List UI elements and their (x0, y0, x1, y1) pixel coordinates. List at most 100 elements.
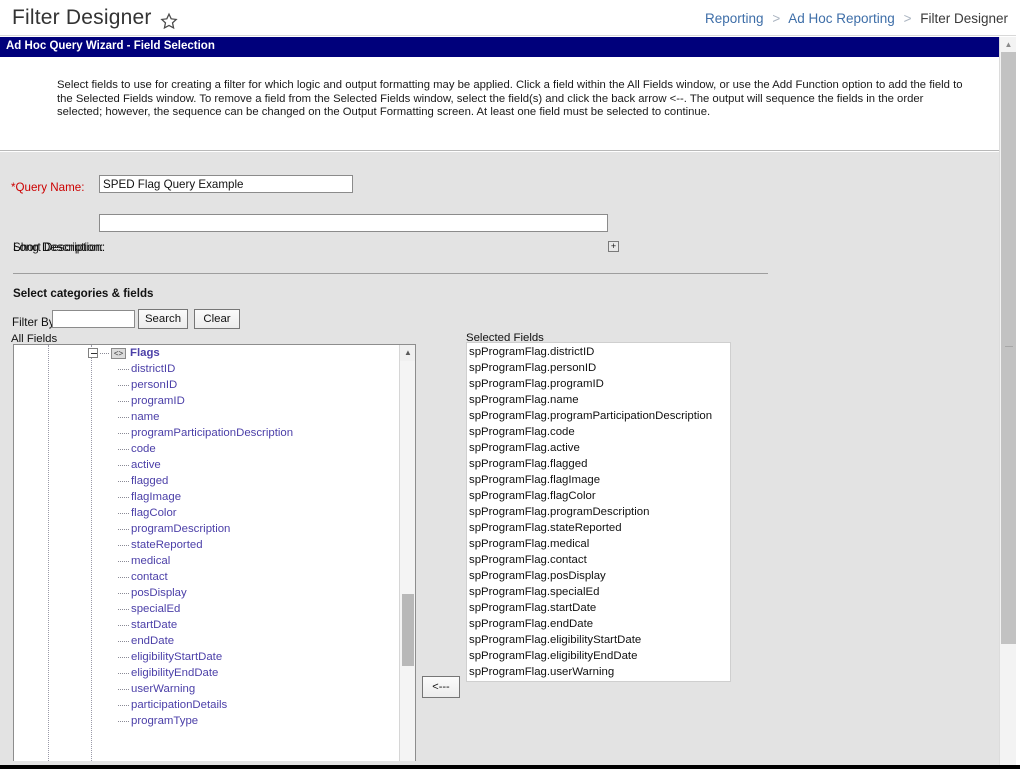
tree-leaf-label[interactable]: programParticipationDescription (131, 427, 293, 439)
tree-leaf-label[interactable]: code (131, 443, 156, 455)
tree-leaf-active[interactable]: active (14, 457, 400, 473)
selected-field-item[interactable]: spProgramFlag.posDisplay (468, 568, 712, 584)
selected-field-item[interactable]: spProgramFlag.stateReported (468, 520, 712, 536)
tree-node-flags[interactable]: <> Flags (14, 345, 400, 361)
tree-leaf-flagColor[interactable]: flagColor (14, 505, 400, 521)
page-scroll-up-icon[interactable]: ▲ (1000, 37, 1017, 52)
tree-leaf-specialEd[interactable]: specialEd (14, 601, 400, 617)
selected-field-item[interactable]: spProgramFlag.active (468, 440, 712, 456)
page-scroll-thumb[interactable] (1001, 52, 1016, 644)
tree-leaf-userWarning[interactable]: userWarning (14, 681, 400, 697)
tree-connector-line (118, 577, 129, 578)
tree-leaf-flagged[interactable]: flagged (14, 473, 400, 489)
selected-field-item[interactable]: spProgramFlag.medical (468, 536, 712, 552)
tree-connector-line (118, 657, 129, 658)
tree-connector-line (118, 417, 129, 418)
tree-leaf-label[interactable]: programID (131, 395, 185, 407)
tree-leaf-districtID[interactable]: districtID (14, 361, 400, 377)
breadcrumb-item-reporting[interactable]: Reporting (705, 11, 764, 26)
filter-by-input[interactable] (52, 310, 135, 328)
tree-leaf-personID[interactable]: personID (14, 377, 400, 393)
favorite-star-icon[interactable] (160, 12, 178, 30)
tree-leaf-label[interactable]: posDisplay (131, 587, 187, 599)
tree-leaf-programType[interactable]: programType (14, 713, 400, 729)
tree-collapse-icon[interactable] (88, 348, 98, 358)
selected-field-item[interactable]: spProgramFlag.participationDetails (468, 680, 712, 681)
remove-field-back-arrow-button[interactable]: <--- (422, 676, 460, 698)
selected-field-item[interactable]: spProgramFlag.personID (468, 360, 712, 376)
tree-leaf-label[interactable]: flagColor (131, 507, 177, 519)
tree-leaf-name[interactable]: name (14, 409, 400, 425)
selected-field-item[interactable]: spProgramFlag.districtID (468, 344, 712, 360)
tree-leaf-medical[interactable]: medical (14, 553, 400, 569)
all-fields-tree-panel[interactable]: <> Flags districtID personID programID name pr… (13, 344, 416, 765)
tree-leaf-label[interactable]: stateReported (131, 539, 203, 551)
tree-scroll-up-icon[interactable]: ▲ (400, 345, 415, 361)
tree-leaf-label[interactable]: medical (131, 555, 170, 567)
tree-leaf-label[interactable]: eligibilityStartDate (131, 651, 222, 663)
tree-leaf-flagImage[interactable]: flagImage (14, 489, 400, 505)
selected-field-item[interactable]: spProgramFlag.userWarning (468, 664, 712, 680)
tree-leaf-label[interactable]: participationDetails (131, 699, 227, 711)
tree-leaf-label[interactable]: endDate (131, 635, 174, 647)
tree-leaf-programDescription[interactable]: programDescription (14, 521, 400, 537)
selected-field-item[interactable]: spProgramFlag.eligibilityEndDate (468, 648, 712, 664)
page-vertical-scrollbar[interactable]: ▲ (999, 37, 1016, 765)
tree-leaf-endDate[interactable]: endDate (14, 633, 400, 649)
tree-node-label[interactable]: Flags (130, 345, 160, 361)
selected-fields-panel[interactable]: spProgramFlag.districtID spProgramFlag.pe… (466, 342, 731, 682)
selected-field-item[interactable]: spProgramFlag.startDate (468, 600, 712, 616)
breadcrumb-separator: > (903, 11, 912, 26)
tree-leaf-label[interactable]: programDescription (131, 523, 230, 535)
tree-vertical-scrollbar[interactable]: ▲ ▼ (399, 345, 415, 765)
tree-leaf-label[interactable]: districtID (131, 363, 175, 375)
tree-leaf-label[interactable]: eligibilityEndDate (131, 667, 218, 679)
tree-leaf-label[interactable]: active (131, 459, 161, 471)
tree-connector-line (118, 641, 129, 642)
short-description-input[interactable] (99, 214, 608, 232)
tree-leaf-label[interactable]: contact (131, 571, 168, 583)
tree-scroll-thumb[interactable] (402, 594, 414, 666)
selected-field-item[interactable]: spProgramFlag.programDescription (468, 504, 712, 520)
tree-leaf-posDisplay[interactable]: posDisplay (14, 585, 400, 601)
selected-field-item[interactable]: spProgramFlag.eligibilityStartDate (468, 632, 712, 648)
tree-leaf-code[interactable]: code (14, 441, 400, 457)
breadcrumb-item-ad-hoc-reporting[interactable]: Ad Hoc Reporting (788, 11, 895, 26)
long-description-expand-icon[interactable]: + (608, 241, 619, 252)
tree-leaf-label[interactable]: flagImage (131, 491, 181, 503)
clear-button[interactable]: Clear (194, 309, 240, 329)
tree-leaf-stateReported[interactable]: stateReported (14, 537, 400, 553)
tree-connector-line (118, 593, 129, 594)
tree-leaf-eligibilityStartDate[interactable]: eligibilityStartDate (14, 649, 400, 665)
selected-field-item[interactable]: spProgramFlag.code (468, 424, 712, 440)
tree-leaf-label[interactable]: startDate (131, 619, 177, 631)
tree-leaf-label[interactable]: userWarning (131, 683, 195, 695)
tree-leaf-label[interactable]: flagged (131, 475, 168, 487)
selected-field-item[interactable]: spProgramFlag.programID (468, 376, 712, 392)
tree-leaf-programParticipationDescription[interactable]: programParticipationDescription (14, 425, 400, 441)
tree-leaf-label[interactable]: personID (131, 379, 177, 391)
selected-field-item[interactable]: spProgramFlag.contact (468, 552, 712, 568)
selected-field-item[interactable]: spProgramFlag.flagColor (468, 488, 712, 504)
selected-field-item[interactable]: spProgramFlag.name (468, 392, 712, 408)
tree-scroll-area: <> Flags districtID personID programID name pr… (14, 345, 400, 765)
tree-leaf-eligibilityEndDate[interactable]: eligibilityEndDate (14, 665, 400, 681)
tree-leaf-contact[interactable]: contact (14, 569, 400, 585)
tree-node-icon: <> (111, 348, 126, 359)
tree-leaf-startDate[interactable]: startDate (14, 617, 400, 633)
tree-connector-line (118, 705, 129, 706)
selected-field-item[interactable]: spProgramFlag.specialEd (468, 584, 712, 600)
search-button[interactable]: Search (138, 309, 188, 329)
tree-leaf-participationDetails[interactable]: participationDetails (14, 697, 400, 713)
tree-connector-line (118, 689, 129, 690)
section-divider (13, 273, 768, 274)
tree-leaf-label[interactable]: specialEd (131, 603, 180, 615)
selected-field-item[interactable]: spProgramFlag.flagged (468, 456, 712, 472)
query-name-input[interactable] (99, 175, 353, 193)
selected-field-item[interactable]: spProgramFlag.programParticipationDescri… (468, 408, 712, 424)
tree-leaf-programID[interactable]: programID (14, 393, 400, 409)
selected-field-item[interactable]: spProgramFlag.flagImage (468, 472, 712, 488)
selected-field-item[interactable]: spProgramFlag.endDate (468, 616, 712, 632)
tree-leaf-label[interactable]: programType (131, 715, 198, 727)
tree-leaf-label[interactable]: name (131, 411, 160, 423)
